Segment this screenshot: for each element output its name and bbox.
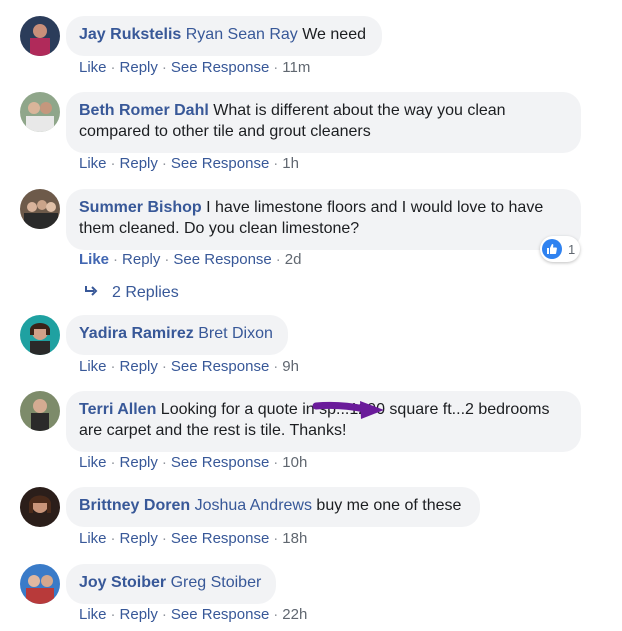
separator: · (161, 59, 167, 76)
comment-text: We need (297, 26, 366, 43)
comment-bubble: Brittney Doren Joshua Andrews buy me one… (66, 487, 480, 527)
comment-bubble: Beth Romer Dahl What is different about … (66, 92, 581, 153)
comment-author[interactable]: Terri Allen (79, 401, 156, 418)
timestamp[interactable]: 18h (282, 530, 307, 547)
see-response-button[interactable]: See Response (171, 606, 269, 623)
comment-author[interactable]: Brittney Doren (79, 497, 190, 514)
like-button[interactable]: Like (79, 251, 109, 268)
view-replies-link[interactable]: 2 Replies (84, 284, 179, 302)
comment-actions: Like · Reply · See Response · 1h (79, 155, 299, 172)
separator: · (161, 530, 167, 547)
comment-bubble: Joy Stoiber Greg Stoiber (66, 564, 276, 604)
separator: · (113, 251, 119, 268)
reaction-count-badge[interactable]: 1 (540, 236, 580, 262)
see-response-button[interactable]: See Response (171, 155, 269, 172)
tagged-user[interactable]: Ryan Sean Ray (186, 26, 298, 43)
comment-actions: Like · Reply · See Response · 9h (79, 358, 299, 375)
comment-bubble: Terri Allen Looking for a quote in sp...… (66, 391, 581, 452)
comment-author[interactable]: Joy Stoiber (79, 574, 166, 591)
comment-actions: Like · Reply · See Response · 11m (79, 59, 310, 76)
comment-bubble: Yadira Ramirez Bret Dixon (66, 315, 288, 355)
tagged-user[interactable]: Bret Dixon (198, 325, 273, 342)
reaction-count: 1 (568, 241, 576, 257)
avatar[interactable] (20, 92, 60, 132)
separator: · (161, 155, 167, 172)
timestamp[interactable]: 11m (282, 59, 310, 76)
avatar[interactable] (20, 391, 60, 431)
tagged-user[interactable]: Joshua Andrews (195, 497, 312, 514)
comment-author[interactable]: Summer Bishop (79, 199, 202, 216)
separator: · (273, 606, 279, 623)
like-button[interactable]: Like (79, 358, 107, 375)
reply-arrow-icon (84, 284, 98, 302)
separator: · (110, 358, 116, 375)
timestamp[interactable]: 10h (282, 454, 307, 471)
separator: · (110, 454, 116, 471)
see-response-button[interactable]: See Response (173, 251, 271, 268)
like-button[interactable]: Like (79, 59, 107, 76)
comment-bubble: Jay Rukstelis Ryan Sean Ray We need (66, 16, 382, 56)
comment-bubble: Summer Bishop I have limestone floors an… (66, 189, 581, 250)
tagged-user[interactable]: Greg Stoiber (171, 574, 262, 591)
comment-actions: Like · Reply · See Response · 22h (79, 606, 307, 623)
avatar[interactable] (20, 487, 60, 527)
comment-author[interactable]: Yadira Ramirez (79, 325, 194, 342)
separator: · (273, 155, 279, 172)
comment-actions: Like · Reply · See Response · 18h (79, 530, 307, 547)
separator: · (161, 606, 167, 623)
see-response-button[interactable]: See Response (171, 358, 269, 375)
timestamp[interactable]: 1h (282, 155, 299, 172)
separator: · (164, 251, 170, 268)
see-response-button[interactable]: See Response (171, 59, 269, 76)
like-button[interactable]: Like (79, 606, 107, 623)
avatar[interactable] (20, 564, 60, 604)
avatar[interactable] (20, 315, 60, 355)
reply-button[interactable]: Reply (120, 530, 158, 547)
separator: · (275, 251, 281, 268)
separator: · (273, 358, 279, 375)
separator: · (110, 155, 116, 172)
replies-count: 2 Replies (112, 284, 179, 301)
timestamp[interactable]: 2d (285, 251, 302, 268)
comment-actions: Like · Reply · See Response · 10h (79, 454, 307, 471)
comment-actions: Like · Reply · See Response · 2d (79, 251, 301, 268)
like-button[interactable]: Like (79, 454, 107, 471)
reply-button[interactable]: Reply (120, 59, 158, 76)
avatar[interactable] (20, 189, 60, 229)
reply-button[interactable]: Reply (120, 155, 158, 172)
comment-text: buy me one of these (311, 497, 462, 514)
separator: · (161, 454, 167, 471)
like-button[interactable]: Like (79, 155, 107, 172)
separator: · (110, 59, 116, 76)
timestamp[interactable]: 22h (282, 606, 307, 623)
comment-author[interactable]: Beth Romer Dahl (79, 102, 209, 119)
separator: · (273, 59, 279, 76)
thumbs-up-icon (542, 239, 562, 259)
separator: · (110, 530, 116, 547)
separator: · (273, 454, 279, 471)
timestamp[interactable]: 9h (282, 358, 299, 375)
separator: · (273, 530, 279, 547)
see-response-button[interactable]: See Response (171, 454, 269, 471)
reply-button[interactable]: Reply (122, 251, 160, 268)
like-button[interactable]: Like (79, 530, 107, 547)
separator: · (161, 358, 167, 375)
reply-button[interactable]: Reply (120, 606, 158, 623)
reply-button[interactable]: Reply (120, 454, 158, 471)
reply-button[interactable]: Reply (120, 358, 158, 375)
comment-author[interactable]: Jay Rukstelis (79, 26, 181, 43)
see-response-button[interactable]: See Response (171, 530, 269, 547)
separator: · (110, 606, 116, 623)
avatar[interactable] (20, 16, 60, 56)
